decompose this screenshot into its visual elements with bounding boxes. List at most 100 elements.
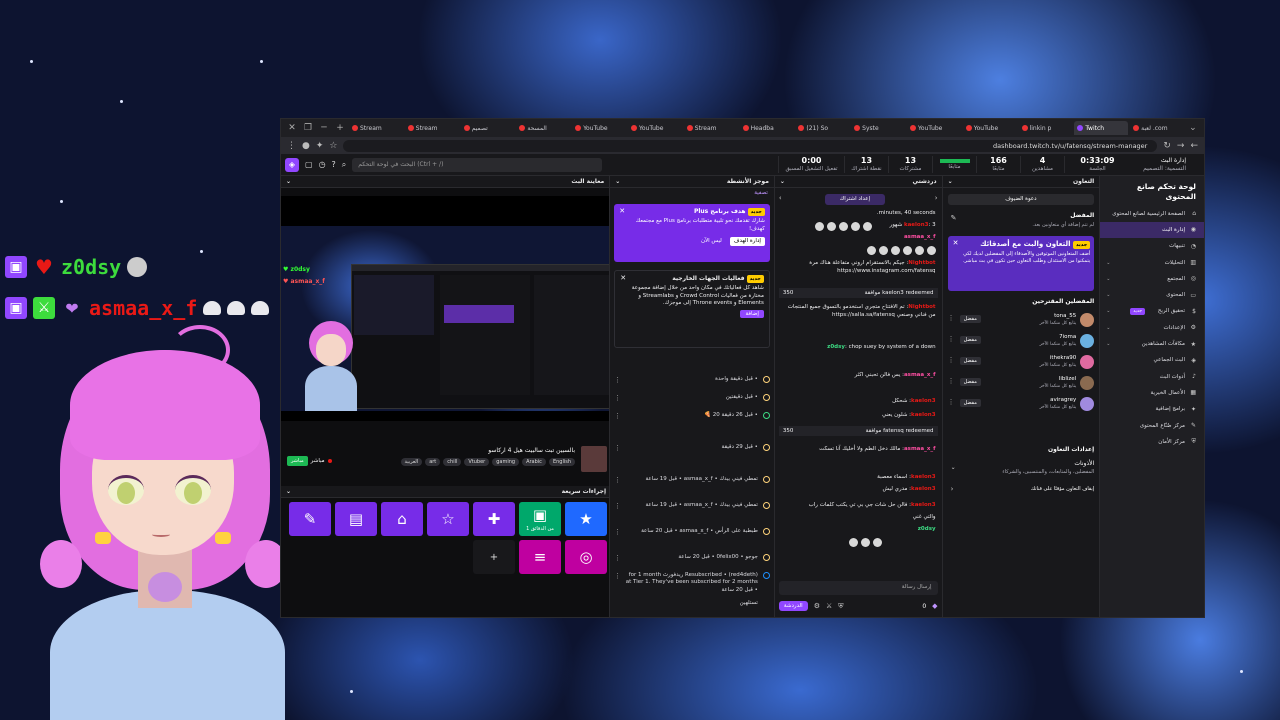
help-icon[interactable]: ? [332, 160, 336, 169]
filter-link[interactable]: تصفية [754, 190, 768, 196]
not-now-button[interactable]: ليس الآن [697, 237, 726, 246]
close-icon[interactable]: ✕ [620, 274, 626, 283]
activity-item[interactable]: ⋮ طبطبة على الرأس • asmaa_x_f • قبل 20 سا… [614, 528, 770, 536]
tab-list-icon[interactable]: ⌄ [1186, 123, 1200, 133]
channel-points[interactable]: 0 [922, 603, 926, 610]
add-button[interactable]: إضافة [740, 310, 764, 319]
tag[interactable]: English [548, 458, 575, 466]
sidebar-item-home[interactable]: ⌂ الصفحة الرئيسية لصانع المحتوى [1100, 206, 1204, 222]
more-icon[interactable]: ⋮ [948, 377, 955, 385]
browser-tab[interactable]: Syste [851, 121, 905, 135]
browser-tab[interactable]: لعبة .com [1130, 121, 1184, 135]
collapse-icon[interactable]: ⌄ [615, 178, 620, 185]
browser-tab[interactable]: Headba [740, 121, 794, 135]
browser-tab[interactable]: Stream [349, 121, 403, 135]
activity-item[interactable]: ⋮ تمطي فيني بيدك • asmaa_x_f • قبل 19 ساع… [614, 502, 770, 510]
activity-item[interactable]: ⋮ جوجو • 0felix00 • قبل 20 ساعة [614, 554, 770, 562]
tag[interactable]: chill [443, 458, 462, 466]
invite-guests-button[interactable]: دعوة الضيوف [947, 194, 1095, 205]
tag[interactable]: العربية [400, 458, 423, 466]
close-icon[interactable]: ✕ [619, 207, 625, 216]
activity-item[interactable]: ⋮ • قبل 29 دقيقة [614, 444, 770, 452]
sidebar-item-safety-center[interactable]: ⛨ مركز الأمان [1100, 434, 1204, 450]
chat-icon[interactable]: ▢ [305, 160, 313, 169]
sidebar-item-monetization[interactable]: $ تحقيق الربح جديد ⌄ [1100, 303, 1204, 319]
pause-collab-link[interactable]: إيقاف التعاون مؤقتًا على قناتك [948, 486, 1094, 492]
reload-icon[interactable]: ↻ [1163, 141, 1171, 151]
quick-action-button[interactable]: ☆ [427, 502, 469, 536]
search-icon[interactable]: ⌕ [342, 160, 346, 170]
sidebar-item-creator-camp[interactable]: ✎ مركز صُنّاع المحتوى [1100, 417, 1204, 433]
chat-message-input[interactable]: إرسال رسالة [778, 581, 938, 595]
activity-item[interactable]: ⋮ • قبل دقيقة واحدة [614, 376, 770, 384]
quick-action-button[interactable]: ▤ [335, 502, 377, 536]
bookmark-star-icon[interactable]: ☆ [329, 141, 337, 151]
shield-icon[interactable]: ⛨ [838, 602, 843, 611]
sidebar-item-alerts[interactable]: ◔ تنبيهات [1100, 238, 1204, 254]
favorite-button[interactable]: مفضل [959, 399, 981, 407]
favorite-button[interactable]: مفضل [959, 378, 981, 386]
browser-tab[interactable]: Stream [684, 121, 738, 135]
collapse-icon[interactable]: ⌄ [780, 178, 785, 185]
new-tab-icon[interactable]: + [333, 123, 347, 133]
collapse-left-icon[interactable]: ‹ [779, 194, 782, 202]
close-window-icon[interactable]: ✕ [285, 123, 299, 133]
tag[interactable]: Vtuber [464, 458, 490, 466]
back-icon[interactable]: ← [1190, 141, 1198, 151]
sidebar-item-community[interactable]: ◎ المجتمع ⌄ [1100, 271, 1204, 287]
permissions-title[interactable]: الأذونات [948, 460, 1094, 467]
close-icon[interactable]: ✕ [953, 239, 959, 248]
activity-item[interactable]: ⋮ تمطي فيني بيدك • asmaa_x_f • قبل 19 ساع… [614, 476, 770, 484]
notifications-icon[interactable]: ◷ [319, 160, 326, 169]
browser-tab-active[interactable]: Twitch [1074, 121, 1129, 135]
browser-tab[interactable]: Stream [405, 121, 459, 135]
quick-action-button[interactable]: ◎ [565, 540, 607, 574]
settings-icon[interactable]: ⚙ [814, 602, 820, 610]
manage-goal-button[interactable]: إدارة الهدف [729, 236, 765, 247]
chevron-right-icon[interactable]: › [951, 485, 954, 493]
tag[interactable]: Arabic [522, 458, 546, 466]
sidebar-item-collab-stream[interactable]: ◈ البث الجماعي [1100, 352, 1204, 368]
chevron-down-icon[interactable]: ⌄ [951, 464, 956, 471]
add-quick-action-button[interactable]: + [473, 540, 515, 574]
activity-item[interactable]: ⋮ • قبل 26 دقيقة 20 🍕 [614, 412, 770, 420]
twitch-logo-icon[interactable]: ◈ [285, 157, 299, 172]
sidebar-item-stream-tools[interactable]: ♪ أدوات البث [1100, 368, 1204, 384]
quick-action-button[interactable]: ✎ [289, 502, 331, 536]
browser-tab[interactable]: YouTube [628, 121, 682, 135]
edit-icon[interactable]: ✎ [951, 214, 957, 222]
collapse-right-icon[interactable]: › [935, 194, 938, 202]
sidebar-item-charity[interactable]: ▦ الأعمال الخيرية [1100, 385, 1204, 401]
restore-window-icon[interactable]: ❐ [301, 123, 315, 133]
favorite-button[interactable]: مفضل [959, 315, 981, 323]
setup-subscription-button[interactable]: إعداد اشتراك [824, 194, 885, 205]
tag[interactable]: art [425, 458, 441, 466]
quick-action-button[interactable]: ⌂ [381, 502, 423, 536]
stream-thumbnail[interactable] [581, 446, 607, 472]
extensions-icon[interactable]: ✦ [316, 141, 324, 151]
ad-break-button[interactable]: ▣ 1 من الدقائق [519, 502, 561, 536]
browser-tab[interactable]: المسحة [516, 121, 570, 135]
profile-icon[interactable]: ● [302, 141, 310, 151]
menu-icon[interactable]: ⋮ [287, 141, 296, 151]
highlight-button[interactable]: ★ [565, 502, 607, 536]
browser-tab[interactable]: YouTube [572, 121, 626, 135]
sidebar-item-viewer-rewards[interactable]: ★ مكافآت المشاهدين ⌄ [1100, 336, 1204, 352]
dashboard-search-input[interactable]: البحث في لوحة التحكم (Ctrl + /) [352, 157, 603, 172]
stream-title[interactable]: بالسبين تبت سالبيت هيل 4 اركاسو [488, 447, 575, 454]
mod-icon[interactable]: ⚔ [826, 602, 832, 610]
collapse-icon[interactable]: ⌄ [286, 488, 291, 495]
more-icon[interactable]: ⋮ [948, 356, 955, 364]
stream-preview-video[interactable]: ♥ z0dsy ♥ asmaa_x_f [281, 196, 610, 421]
add-user-button[interactable]: ✚ [473, 502, 515, 536]
activity-item[interactable]: ⋮ • قبل دقيقتين [614, 394, 770, 402]
activity-item[interactable]: ⋮ Resubscribed • (red4deth) ريدفورث for 1… [614, 572, 770, 594]
browser-tab[interactable]: تصميم [461, 121, 515, 135]
sidebar-item-extensions[interactable]: ✦ برامج إضافية [1100, 401, 1204, 417]
quick-action-button[interactable]: ≡ [519, 540, 561, 574]
more-icon[interactable]: ⋮ [948, 398, 955, 406]
browser-tab[interactable]: YouTube [963, 121, 1017, 135]
forward-icon[interactable]: → [1177, 141, 1185, 151]
browser-tab[interactable]: (21) So [795, 121, 849, 135]
sidebar-item-stream-manager[interactable]: ◉ إدارة البث [1100, 221, 1204, 239]
